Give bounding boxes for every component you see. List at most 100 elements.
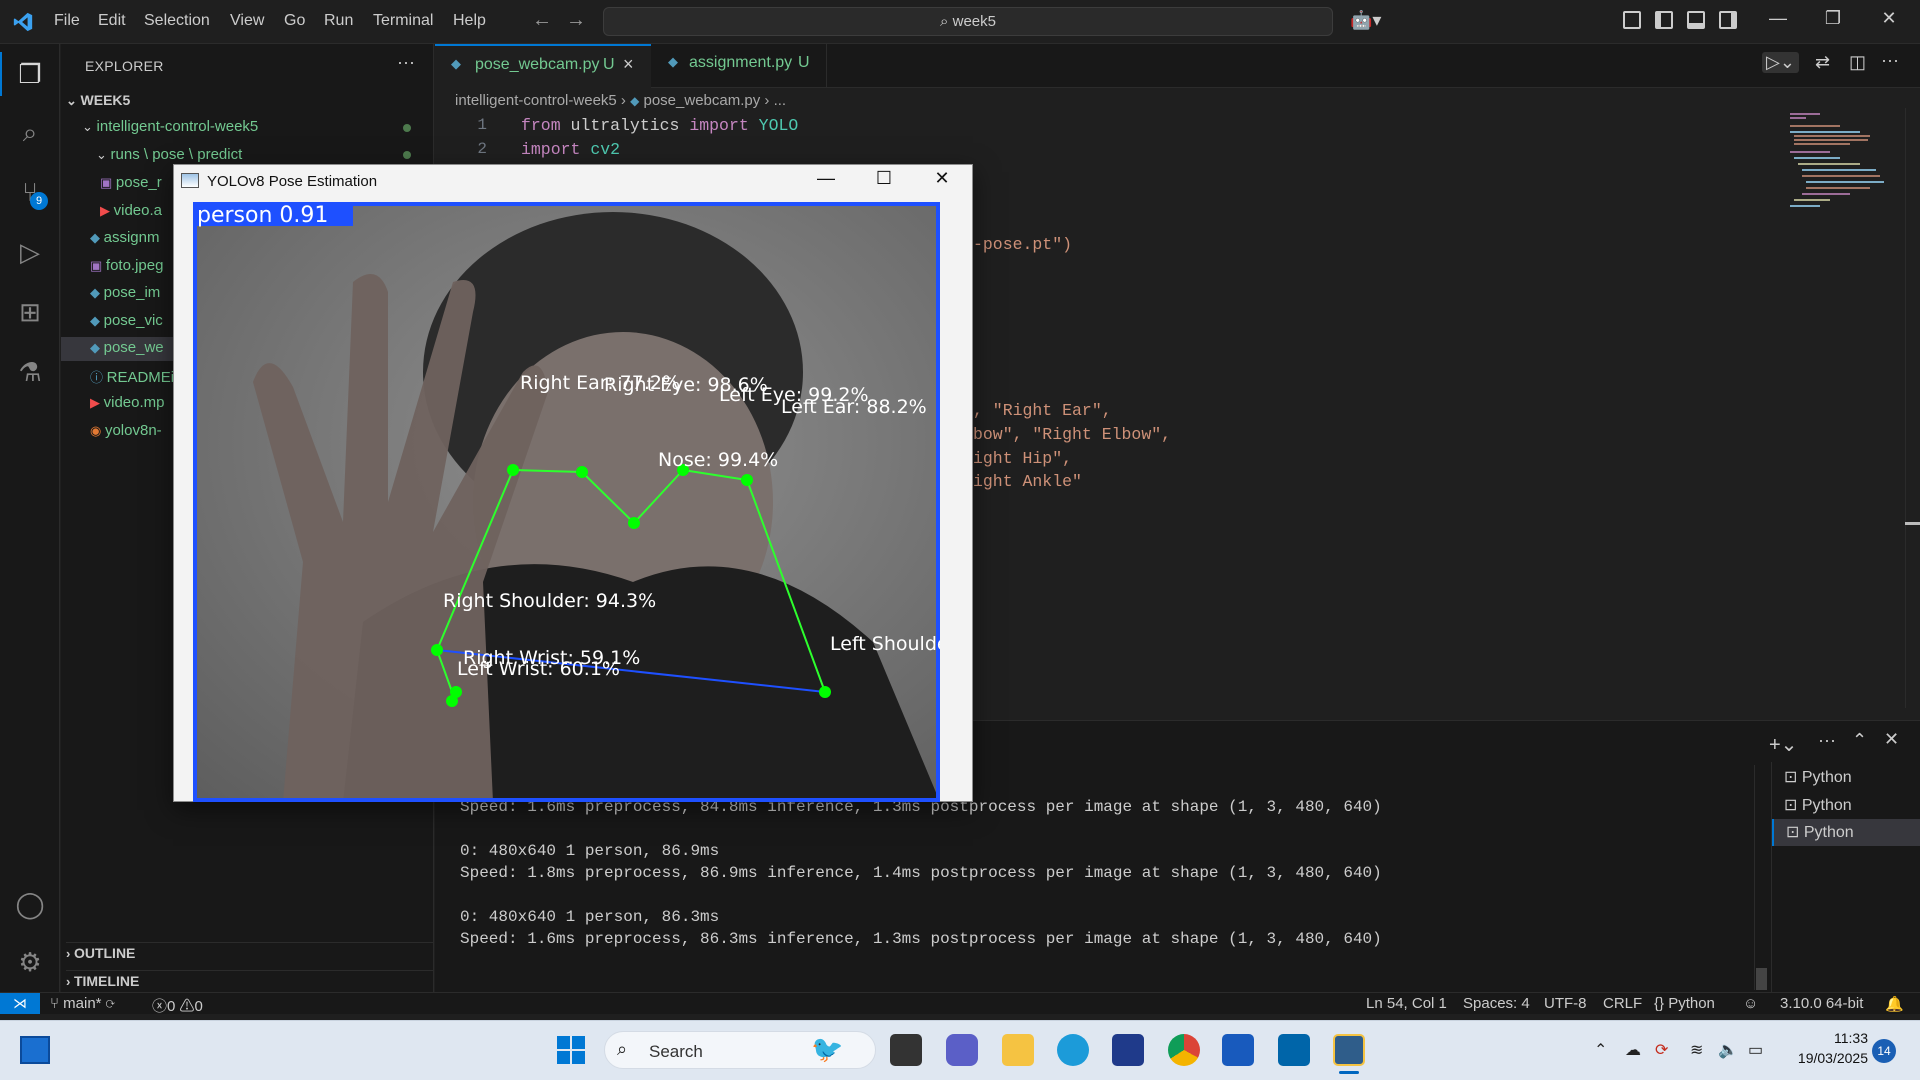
tree-item-file[interactable]: ◆ pose_we: [90, 339, 164, 356]
tree-item-file[interactable]: ◆ pose_vic: [90, 312, 163, 329]
terminal-scrollbar[interactable]: [1754, 765, 1767, 990]
toggle-panel-icon[interactable]: [1687, 11, 1705, 29]
tree-item-file[interactable]: ◉ yolov8n-: [90, 422, 162, 439]
code-line[interactable]: import cv2: [521, 140, 620, 159]
problems-indicator[interactable]: ⓧ0 ⚠0: [152, 995, 203, 1016]
terminal-session[interactable]: ⊡ Python: [1772, 764, 1920, 791]
close-icon[interactable]: ✕: [922, 168, 962, 189]
tree-item-file[interactable]: ◆ pose_im: [90, 284, 160, 301]
update-icon[interactable]: ⟳: [1655, 1040, 1668, 1060]
sync-icon[interactable]: ⟳: [106, 995, 115, 1012]
code-line[interactable]: from ultralytics import YOLO: [521, 116, 798, 135]
windows-start-icon[interactable]: [556, 1035, 586, 1065]
command-center[interactable]: ⌕ week5: [603, 7, 1333, 36]
menu-file[interactable]: File: [54, 12, 80, 30]
file-explorer-icon[interactable]: [1002, 1034, 1034, 1066]
breadcrumb-folder[interactable]: intelligent-control-week5: [455, 92, 617, 109]
editor-scrollbar[interactable]: [1905, 108, 1918, 708]
show-hidden-icons-icon[interactable]: ⌃: [1594, 1040, 1607, 1060]
python-interpreter[interactable]: 3.10.0 64-bit: [1780, 995, 1863, 1012]
tree-item-file[interactable]: ▶ video.mp: [90, 394, 164, 411]
clock[interactable]: 11:33 19/03/2025: [1788, 1028, 1868, 1068]
workspace-section[interactable]: ⌄ WEEK5: [66, 92, 130, 109]
tree-item-file[interactable]: ▣ pose_r: [100, 174, 162, 191]
menu-edit[interactable]: Edit: [98, 12, 126, 30]
task-view-icon[interactable]: [890, 1034, 922, 1066]
python-app-icon[interactable]: [1333, 1034, 1365, 1066]
tree-item-folder[interactable]: ⌄ runs \ pose \ predict: [96, 146, 242, 163]
menu-terminal[interactable]: Terminal: [373, 12, 433, 30]
tab-pose-webcam[interactable]: ◆ pose_webcam.py U ×: [435, 44, 651, 88]
explorer-icon[interactable]: ❐: [14, 58, 46, 90]
run-file-icon[interactable]: ▷⌄: [1762, 52, 1799, 73]
tree-item-file[interactable]: ▣ foto.jpeg: [90, 257, 163, 274]
close-tab-icon[interactable]: ×: [623, 54, 634, 75]
customize-layout-icon[interactable]: [1623, 11, 1641, 29]
copilot-icon[interactable]: 🤖▾: [1350, 10, 1381, 31]
gear-icon[interactable]: ⚙: [14, 946, 46, 978]
cursor-position[interactable]: Ln 54, Col 1: [1366, 995, 1447, 1012]
close-icon[interactable]: ✕: [1866, 8, 1912, 29]
copilot-status-icon[interactable]: ☺: [1743, 995, 1758, 1012]
forward-arrow-icon[interactable]: →: [566, 9, 586, 32]
bell-icon[interactable]: 🔔: [1885, 995, 1904, 1013]
terminal-scroll-thumb[interactable]: [1756, 968, 1767, 990]
branch-indicator[interactable]: ⑂ main* ⟳: [50, 995, 115, 1012]
tree-item-file[interactable]: ▶ video.a: [100, 202, 162, 219]
notification-badge[interactable]: 14: [1872, 1039, 1896, 1063]
volume-icon[interactable]: 🔈: [1718, 1040, 1738, 1060]
outline-section[interactable]: › OUTLINE: [66, 942, 434, 961]
minimize-icon[interactable]: —: [806, 168, 846, 189]
vscode-logo-icon[interactable]: [12, 11, 34, 33]
wifi-icon[interactable]: ≋: [1690, 1040, 1703, 1060]
chrome-icon[interactable]: [1168, 1034, 1200, 1066]
vscode-taskbar-icon[interactable]: [1278, 1034, 1310, 1066]
menu-view[interactable]: View: [230, 12, 264, 30]
timeline-section[interactable]: › TIMELINE: [66, 970, 434, 989]
widgets-icon[interactable]: [20, 1036, 50, 1064]
back-arrow-icon[interactable]: ←: [532, 9, 552, 32]
minimap[interactable]: [1780, 108, 1900, 228]
toggle-secondary-sidebar-icon[interactable]: [1719, 11, 1737, 29]
edge-browser-icon[interactable]: [1057, 1034, 1089, 1066]
extensions-icon[interactable]: ⊞: [14, 296, 46, 328]
indentation[interactable]: Spaces: 4: [1463, 995, 1530, 1012]
close-panel-icon[interactable]: ✕: [1884, 729, 1899, 750]
maximize-icon[interactable]: ☐: [864, 168, 904, 189]
battery-icon[interactable]: ▭: [1748, 1040, 1763, 1060]
minimize-icon[interactable]: —: [1755, 8, 1801, 29]
search-icon[interactable]: ⌕: [14, 116, 46, 148]
menu-run[interactable]: Run: [324, 12, 353, 30]
more-actions-icon[interactable]: ···: [1881, 50, 1899, 71]
compare-icon[interactable]: ⇄: [1815, 52, 1830, 73]
breadcrumb[interactable]: intelligent-control-week5 › ◆ pose_webca…: [455, 92, 786, 109]
terminal-session[interactable]: ⊡ Python: [1772, 792, 1920, 819]
new-terminal-icon[interactable]: +⌄: [1769, 732, 1797, 757]
onedrive-icon[interactable]: ☁: [1625, 1040, 1641, 1060]
toggle-sidebar-icon[interactable]: [1655, 11, 1673, 29]
menu-go[interactable]: Go: [284, 12, 305, 30]
tree-item-file[interactable]: ⓘ READMEi: [90, 367, 174, 386]
language-mode[interactable]: {} Python: [1654, 995, 1715, 1012]
split-editor-icon[interactable]: ◫: [1849, 52, 1866, 73]
line-ending[interactable]: CRLF: [1603, 995, 1642, 1012]
breadcrumb-file[interactable]: pose_webcam.py: [644, 92, 761, 109]
taskbar-search[interactable]: ⌕ Search 🐦: [604, 1031, 876, 1069]
menu-help[interactable]: Help: [453, 12, 486, 30]
microsoft-store-icon[interactable]: [1112, 1034, 1144, 1066]
terminal-session-active[interactable]: ⊡ Python: [1772, 819, 1920, 846]
tab-assignment[interactable]: ◆ assignment.py U: [652, 44, 827, 88]
restore-icon[interactable]: ❐: [1810, 8, 1856, 29]
tree-item-folder[interactable]: ⌄ intelligent-control-week5: [82, 118, 258, 135]
account-icon[interactable]: ◯: [14, 888, 46, 920]
teams-chat-icon[interactable]: [946, 1034, 978, 1066]
menu-selection[interactable]: Selection: [144, 12, 210, 30]
word-icon[interactable]: [1222, 1034, 1254, 1066]
maximize-panel-icon[interactable]: ⌃: [1852, 730, 1867, 751]
tree-item-file[interactable]: ◆ assignm: [90, 229, 159, 246]
more-actions-icon[interactable]: ···: [1818, 730, 1836, 751]
more-actions-icon[interactable]: ···: [397, 52, 415, 73]
testing-icon[interactable]: ⚗: [14, 356, 46, 388]
encoding[interactable]: UTF-8: [1544, 995, 1587, 1012]
remote-indicator-icon[interactable]: ⋊: [0, 993, 40, 1014]
